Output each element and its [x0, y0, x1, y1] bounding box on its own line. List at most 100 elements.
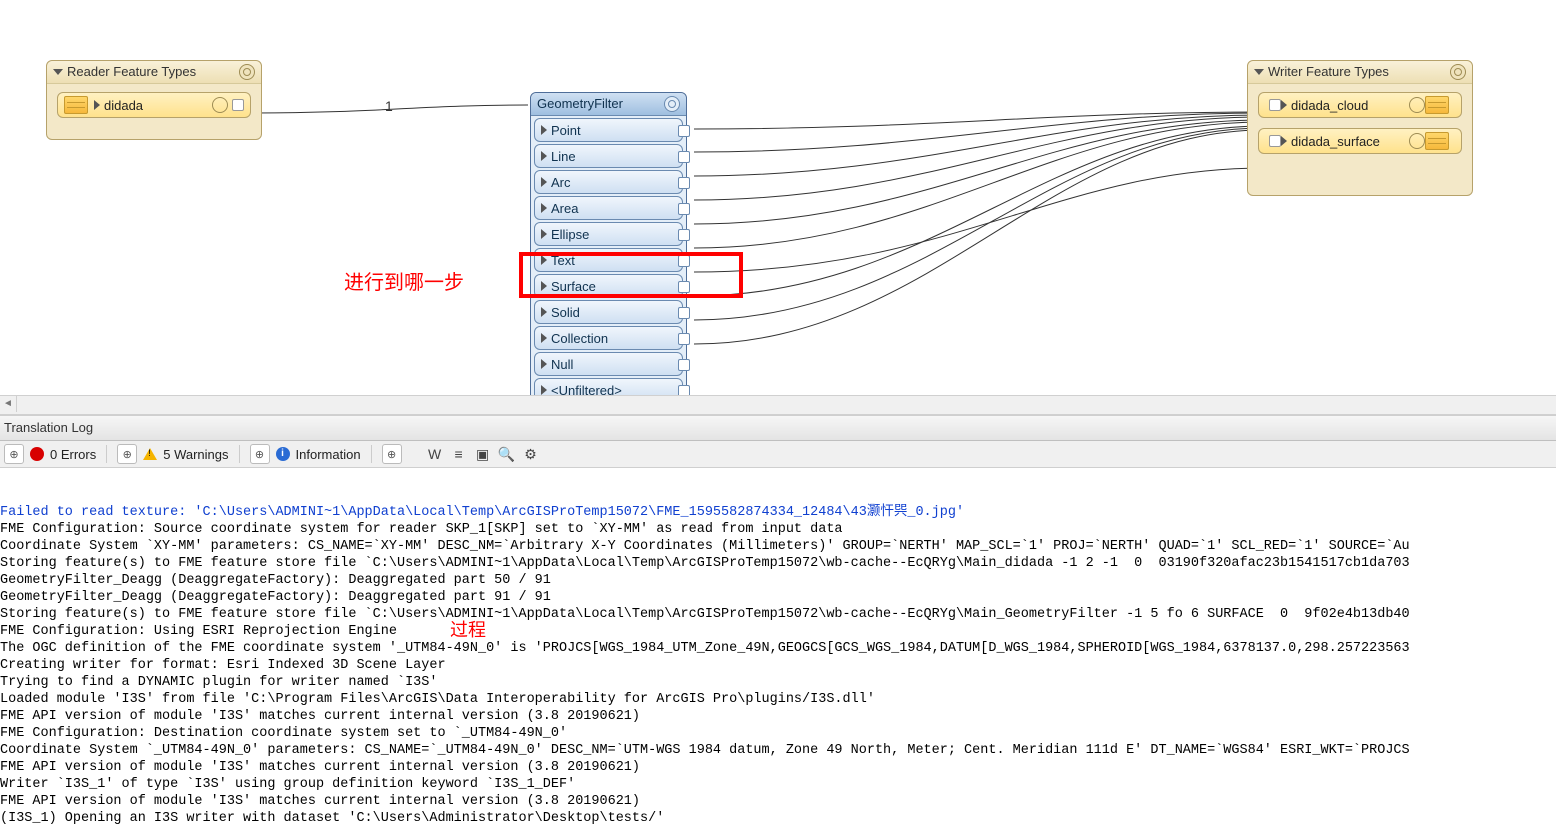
separator — [106, 445, 107, 463]
expand-icon — [541, 359, 547, 369]
output-port-line[interactable]: Line — [534, 144, 683, 168]
expand-icon — [541, 229, 547, 239]
expand-icon — [1281, 136, 1287, 146]
output-connector[interactable] — [678, 307, 690, 319]
output-port-collection[interactable]: Collection — [534, 326, 683, 350]
writer-feature-type-label: didada_cloud — [1291, 98, 1405, 113]
port-label: Solid — [551, 305, 580, 320]
log-line: Writer `I3S_1' of type `I3S' using group… — [0, 776, 1556, 793]
info-icon: i — [276, 447, 290, 461]
port-label: Area — [551, 201, 578, 216]
error-icon — [30, 447, 44, 461]
log-line: (I3S_1) Opening an I3S writer with datas… — [0, 810, 1556, 827]
expand-icon — [541, 203, 547, 213]
separator — [371, 445, 372, 463]
port-label: Line — [551, 149, 576, 164]
toggle-button[interactable]: ⊕ — [250, 444, 270, 464]
scroll-left-arrow[interactable]: ◄ — [0, 396, 17, 412]
gear-icon[interactable] — [1409, 133, 1425, 149]
reader-feature-types-group[interactable]: Reader Feature Types didada — [46, 60, 262, 140]
gear-icon[interactable] — [239, 64, 255, 80]
log-line: FME Configuration: Destination coordinat… — [0, 725, 1556, 742]
canvas-horizontal-scrollbar[interactable]: ◄ — [0, 395, 1556, 415]
information-label[interactable]: Information — [296, 447, 361, 462]
gear-icon[interactable] — [1409, 97, 1425, 113]
output-connector[interactable] — [678, 281, 690, 293]
error-count[interactable]: 0 Errors — [50, 447, 96, 462]
gear-icon[interactable] — [212, 97, 228, 113]
output-connector[interactable] — [678, 151, 690, 163]
reader-feature-type-node[interactable]: didada — [57, 92, 251, 118]
tool-icon[interactable]: W — [426, 446, 444, 462]
writer-feature-type-cloud[interactable]: didada_cloud — [1258, 92, 1462, 118]
input-port[interactable] — [1269, 99, 1281, 111]
workflow-canvas[interactable]: Reader Feature Types didada 1 GeometryFi… — [0, 0, 1556, 395]
log-line: Failed to read texture: 'C:\Users\ADMINI… — [0, 504, 1556, 521]
log-line: FME API version of module 'I3S' matches … — [0, 708, 1556, 725]
expand-icon — [541, 385, 547, 395]
annotation-text: 进行到哪一步 — [344, 266, 464, 295]
port-label: Surface — [551, 279, 596, 294]
gear-icon[interactable]: ⚙ — [522, 446, 540, 463]
writer-feature-type-surface[interactable]: didada_surface — [1258, 128, 1462, 154]
translation-log-title: Translation Log — [0, 415, 1556, 441]
port-label: Arc — [551, 175, 571, 190]
connection-feature-count: 1 — [385, 98, 393, 114]
output-port-surface[interactable]: Surface — [534, 274, 683, 298]
output-port-ellipse[interactable]: Ellipse — [534, 222, 683, 246]
gear-icon[interactable] — [1450, 64, 1466, 80]
expand-icon — [541, 333, 547, 343]
log-line: Storing feature(s) to FME feature store … — [0, 606, 1556, 623]
output-port-solid[interactable]: Solid — [534, 300, 683, 324]
transformer-title: GeometryFilter — [537, 93, 623, 115]
output-port-point[interactable]: Point — [534, 118, 683, 142]
output-port[interactable] — [232, 99, 244, 111]
toggle-button[interactable]: ⊕ — [4, 444, 24, 464]
expand-icon — [94, 100, 100, 110]
reader-group-title: Reader Feature Types — [67, 61, 196, 83]
port-label: Collection — [551, 331, 608, 346]
writer-feature-types-group[interactable]: Writer Feature Types didada_cloud didada… — [1247, 60, 1473, 196]
writer-feature-type-label: didada_surface — [1291, 134, 1405, 149]
log-line: Coordinate System `_UTM84-49N_0' paramet… — [0, 742, 1556, 759]
tool-icon[interactable]: ≡ — [450, 446, 468, 462]
search-icon[interactable]: 🔍 — [498, 446, 516, 463]
input-port[interactable] — [1269, 135, 1281, 147]
log-line: GeometryFilter_Deagg (DeaggregateFactory… — [0, 572, 1556, 589]
log-toolbar: ⊕ 0 Errors ⊕ 5 Warnings ⊕ i Information … — [0, 441, 1556, 468]
port-label: Point — [551, 123, 581, 138]
toggle-button[interactable]: ⊕ — [117, 444, 137, 464]
log-line: GeometryFilter_Deagg (DeaggregateFactory… — [0, 589, 1556, 606]
log-line: FME API version of module 'I3S' matches … — [0, 759, 1556, 776]
output-port-arc[interactable]: Arc — [534, 170, 683, 194]
log-body[interactable]: Failed to read texture: 'C:\Users\ADMINI… — [0, 468, 1556, 833]
gear-icon[interactable] — [664, 96, 680, 112]
output-port-text[interactable]: Text — [534, 248, 683, 272]
output-connector[interactable] — [678, 177, 690, 189]
port-label: Ellipse — [551, 227, 589, 242]
output-connector[interactable] — [678, 125, 690, 137]
warning-count[interactable]: 5 Warnings — [163, 447, 228, 462]
table-icon — [1425, 96, 1449, 114]
expand-icon — [1281, 100, 1287, 110]
reader-group-header[interactable]: Reader Feature Types — [47, 61, 261, 84]
log-line: Creating writer for format: Esri Indexed… — [0, 657, 1556, 674]
expand-icon — [541, 307, 547, 317]
output-connector[interactable] — [678, 359, 690, 371]
output-connector[interactable] — [678, 229, 690, 241]
output-port-area[interactable]: Area — [534, 196, 683, 220]
transformer-header[interactable]: GeometryFilter — [531, 93, 686, 116]
writer-group-header[interactable]: Writer Feature Types — [1248, 61, 1472, 84]
geometry-filter-transformer[interactable]: GeometryFilter Point Line Arc Area Ellip… — [530, 92, 687, 405]
output-port-null[interactable]: Null — [534, 352, 683, 376]
writer-group-title: Writer Feature Types — [1268, 61, 1389, 83]
output-connector[interactable] — [678, 203, 690, 215]
output-connector[interactable] — [678, 333, 690, 345]
port-label: Text — [551, 253, 575, 268]
toggle-button[interactable]: ⊕ — [382, 444, 402, 464]
output-connector[interactable] — [678, 255, 690, 267]
collapse-icon — [53, 69, 63, 75]
warning-icon — [143, 448, 157, 460]
tool-icon[interactable]: ▣ — [474, 446, 492, 463]
log-line: FME Configuration: Source coordinate sys… — [0, 521, 1556, 538]
